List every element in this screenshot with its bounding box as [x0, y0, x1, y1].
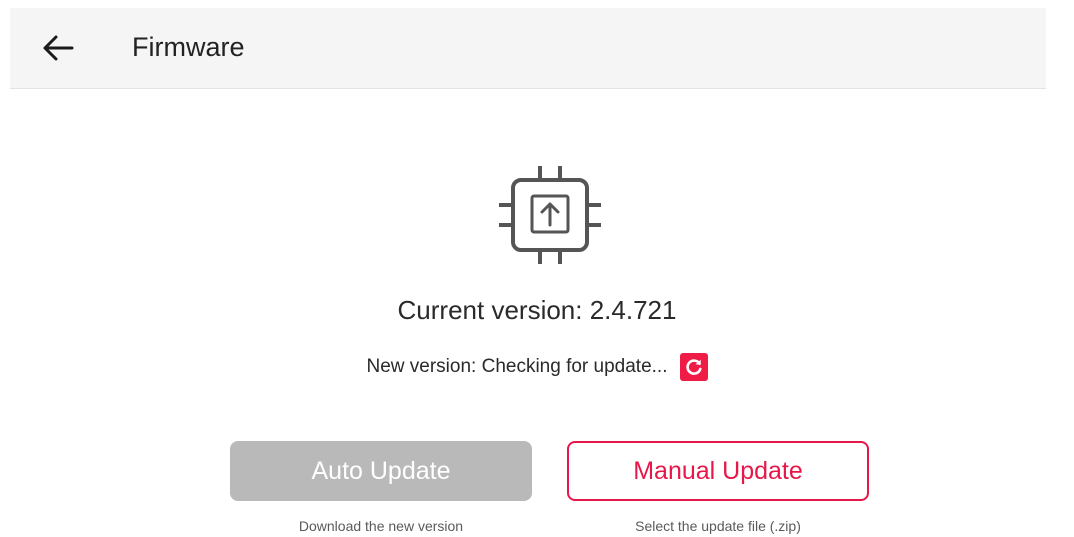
- new-version-row: New version: Checking for update...: [0, 352, 1074, 382]
- auto-update-hint: Download the new version: [298, 518, 464, 534]
- firmware-screen: Firmware Current version: 2.4.721 New ve…: [0, 0, 1074, 537]
- refresh-icon: [685, 359, 702, 375]
- manual-update-hint: Select the update file (.zip): [635, 518, 801, 534]
- current-version-text: Current version: 2.4.721: [397, 295, 677, 325]
- page-title: Firmware: [132, 32, 245, 62]
- chip-upload-icon: [499, 166, 601, 264]
- app-header: Firmware: [10, 8, 1046, 89]
- refresh-button[interactable]: [679, 353, 708, 381]
- manual-update-button[interactable]: Manual Update: [567, 441, 869, 501]
- new-version-text: New version: Checking for update...: [366, 356, 668, 377]
- arrow-left-icon: [43, 35, 74, 61]
- back-button[interactable]: [38, 30, 78, 66]
- auto-update-button[interactable]: Auto Update: [230, 441, 532, 501]
